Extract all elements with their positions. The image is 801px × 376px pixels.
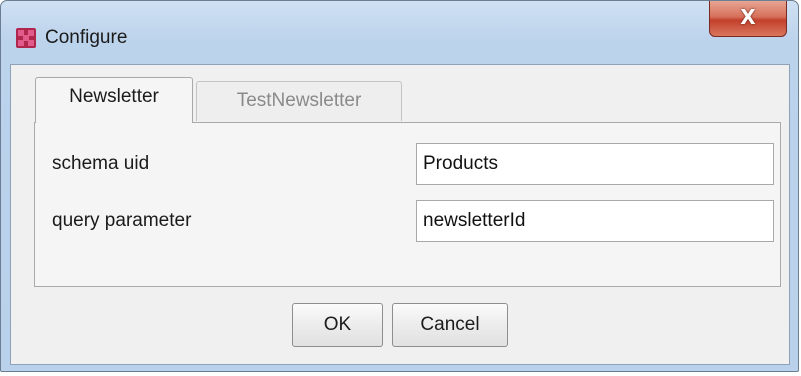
tab-newsletter[interactable]: Newsletter <box>35 77 193 123</box>
cancel-button[interactable]: Cancel <box>392 303 508 347</box>
configure-dialog: Configure X Newsletter TestNewsletter sc… <box>0 0 799 372</box>
query-parameter-label: query parameter <box>52 210 192 231</box>
schema-uid-input[interactable] <box>416 143 774 185</box>
ok-button[interactable]: OK <box>292 303 383 347</box>
tab-testnewsletter[interactable]: TestNewsletter <box>196 81 402 121</box>
query-parameter-input[interactable] <box>416 200 774 242</box>
tab-panel: schema uid query parameter <box>34 122 781 287</box>
dialog-content: Newsletter TestNewsletter schema uid que… <box>10 64 790 365</box>
title-bar[interactable]: Configure X <box>1 1 798 61</box>
window-title: Configure <box>45 27 128 48</box>
schema-uid-label: schema uid <box>52 153 150 174</box>
app-logo-icon <box>16 28 36 48</box>
close-button[interactable]: X <box>709 1 787 37</box>
close-icon: X <box>740 5 756 29</box>
